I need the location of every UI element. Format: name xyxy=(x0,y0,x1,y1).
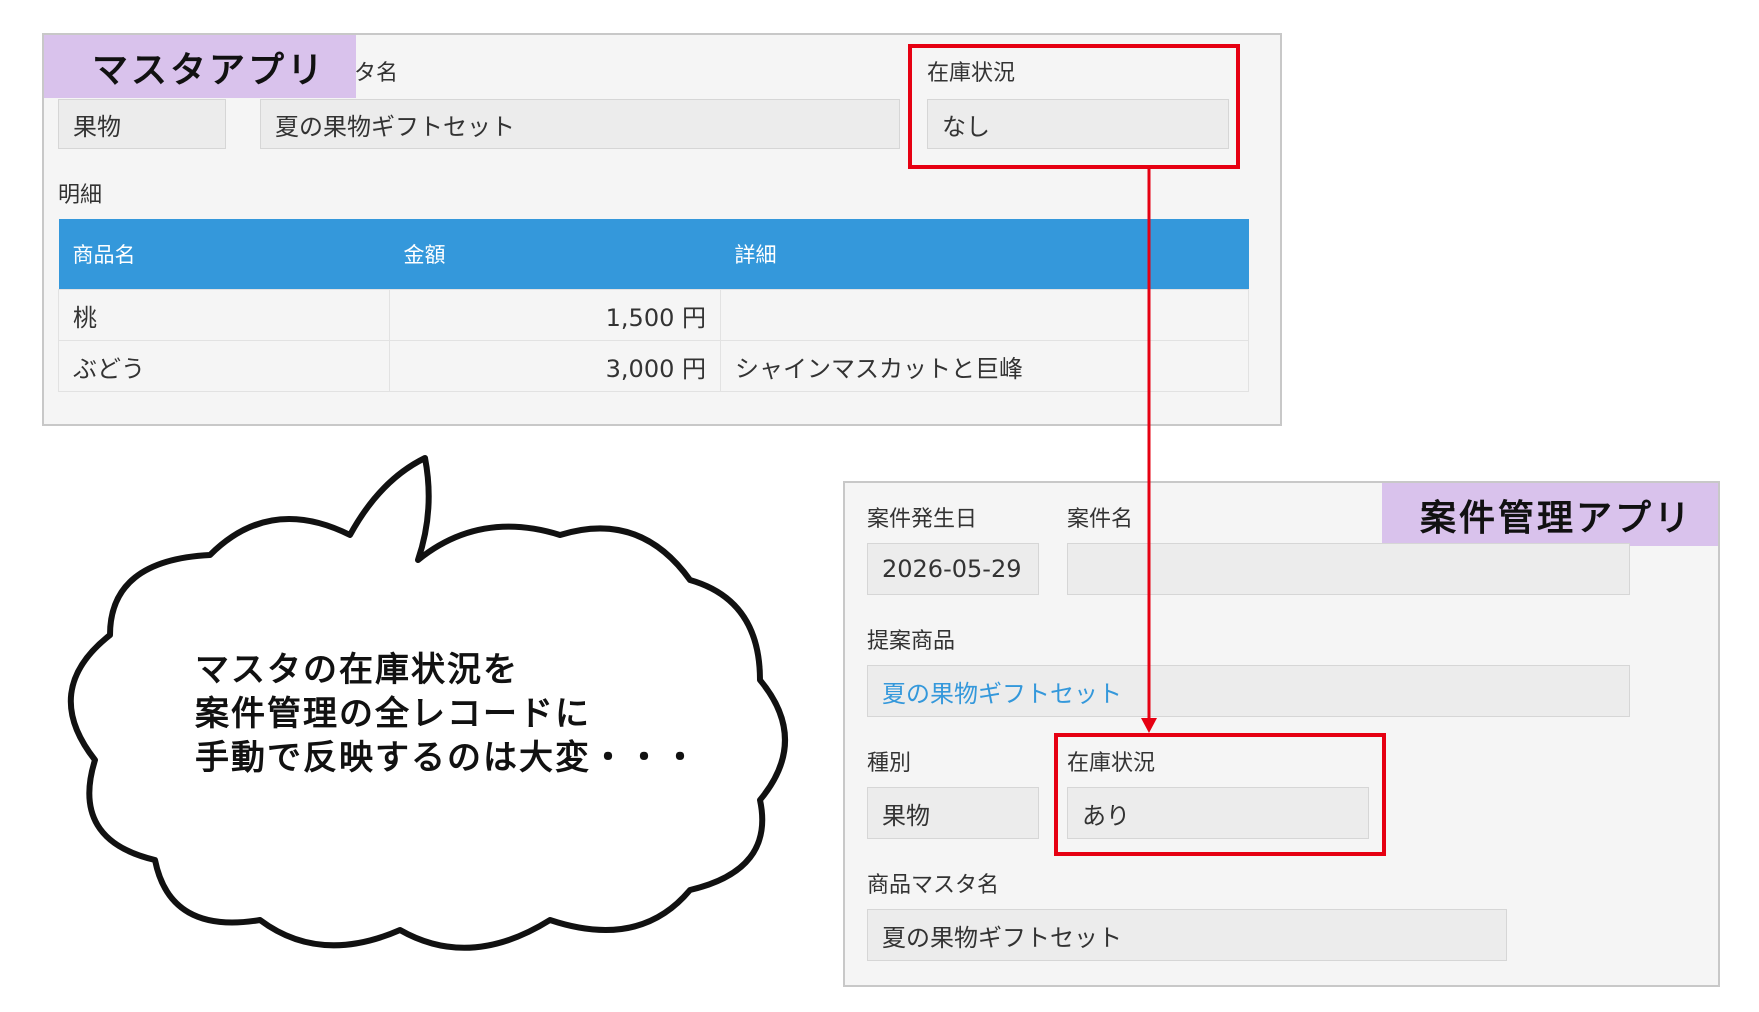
bubble-line-1: マスタの在庫状況を xyxy=(195,650,519,690)
bubble-line-3: 手動で反映するのは大変・・・ xyxy=(195,738,699,778)
bubble-line-2: 案件管理の全レコードに xyxy=(195,694,591,734)
